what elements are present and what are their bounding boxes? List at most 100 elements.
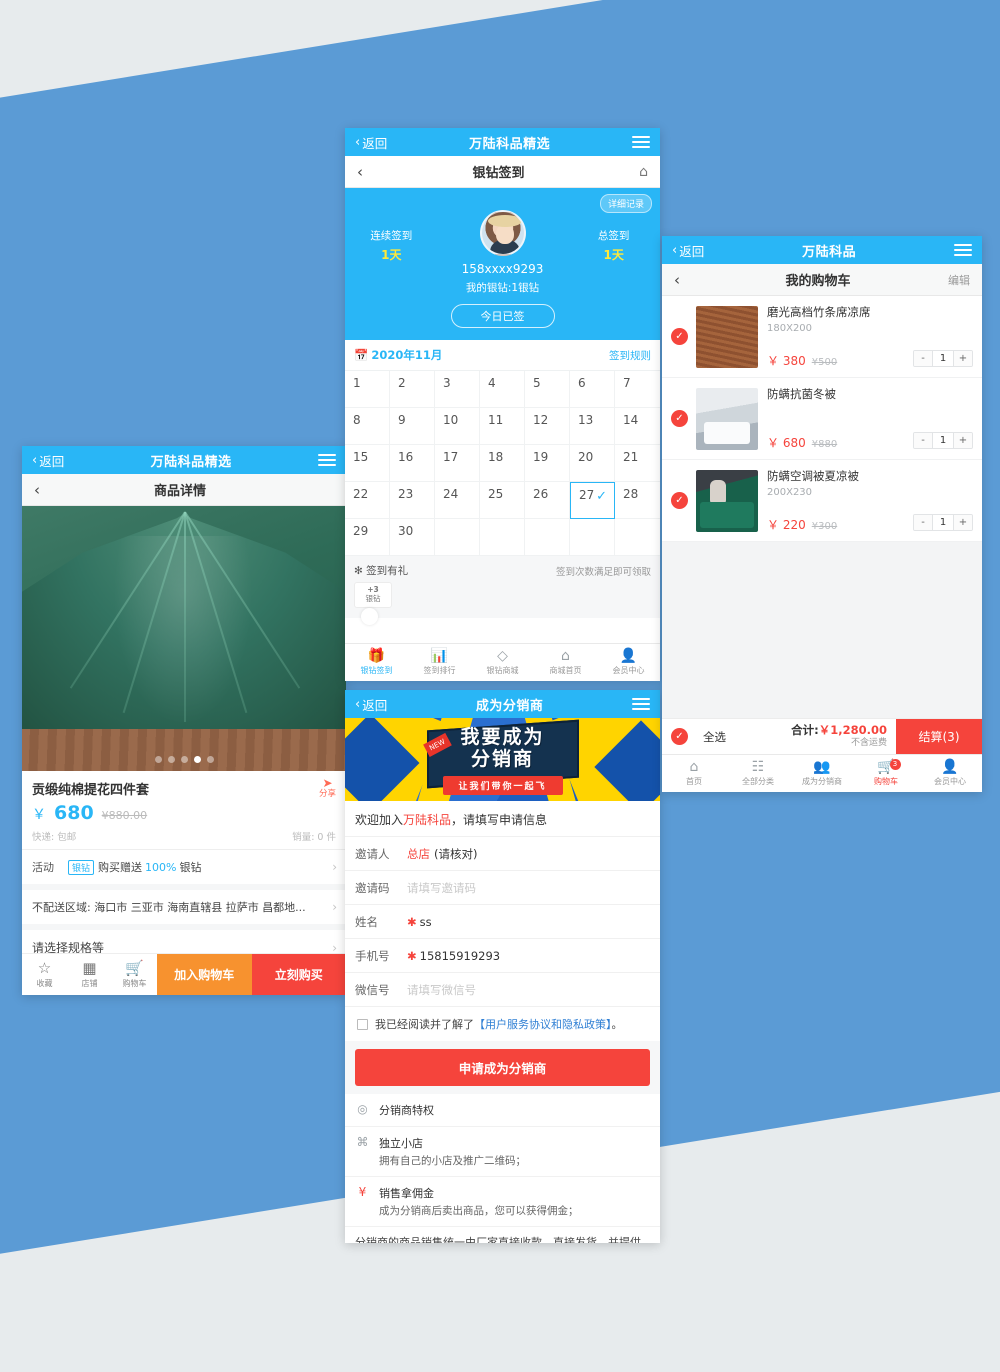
tab-购物车[interactable]: 🛒 3 购物车 — [854, 755, 918, 792]
no-delivery-row[interactable]: 不配送区域: 海口市 三亚市 海南直辖县 拉萨市 昌都地... › — [22, 884, 346, 924]
back-button[interactable]: ‹ 返回 — [32, 451, 64, 470]
item-checkbox[interactable]: ✓ — [671, 492, 688, 509]
back-button[interactable]: ‹ 返回 — [355, 695, 387, 714]
detail-record-button[interactable]: 详细记录 — [599, 194, 652, 213]
item-checkbox[interactable]: ✓ — [671, 410, 688, 427]
quantity-decrease-button[interactable]: - — [914, 433, 932, 448]
home-icon[interactable]: ⌂ — [620, 164, 648, 180]
menu-icon[interactable] — [632, 698, 650, 710]
tab-会员中心[interactable]: 👤 会员中心 — [597, 644, 660, 681]
gallery-pagination-dots[interactable] — [22, 756, 346, 763]
tab-银钻签到[interactable]: 🎁 银钻签到 — [345, 644, 408, 681]
agreement-checkbox[interactable] — [357, 1018, 368, 1030]
field-邀请人[interactable]: 邀请人 总店 (请核对) — [345, 837, 660, 871]
item-thumbnail[interactable] — [696, 305, 758, 368]
back-button[interactable]: ‹ 返回 — [355, 133, 387, 152]
tab-全部分类[interactable]: ☷ 全部分类 — [726, 755, 790, 792]
agreement-row[interactable]: 我已经阅读并了解了【用户服务协议和隐私政策】。 — [345, 1007, 660, 1041]
item-thumbnail[interactable] — [696, 469, 758, 532]
tab-商城首页[interactable]: ⌂ 商城首页 — [534, 644, 597, 681]
quantity-stepper[interactable]: -1 + — [913, 514, 973, 531]
menu-icon[interactable] — [632, 136, 650, 148]
calendar-day[interactable]: 25 — [480, 482, 525, 519]
buy-now-button[interactable]: 立刻购买 — [251, 954, 346, 995]
calendar-day[interactable]: 14 — [615, 408, 660, 445]
calendar-day[interactable]: 15 — [345, 445, 390, 482]
calendar-day[interactable]: 18 — [480, 445, 525, 482]
gallery-dot[interactable] — [206, 756, 214, 763]
menu-icon[interactable] — [954, 244, 972, 256]
calendar-day[interactable]: 24 — [435, 482, 480, 519]
calendar-day[interactable]: 3 — [435, 371, 480, 408]
calendar-day[interactable]: 23 — [390, 482, 435, 519]
field-邀请码[interactable]: 邀请码 请填写邀请码 — [345, 871, 660, 905]
quantity-value[interactable]: 1 — [932, 433, 954, 448]
calendar-day[interactable]: 22 — [345, 482, 390, 519]
activity-row[interactable]: 活动 银钻 购买赠送 100% 银钻 › — [22, 849, 346, 884]
calendar-day[interactable]: 28 — [615, 482, 660, 519]
quantity-decrease-button[interactable]: - — [914, 351, 932, 366]
quantity-increase-button[interactable]: + — [954, 351, 972, 366]
gallery-dot[interactable] — [180, 756, 188, 763]
calendar-day[interactable]: 21 — [615, 445, 660, 482]
quantity-increase-button[interactable]: + — [954, 515, 972, 530]
signin-rules-link[interactable]: 签到规则 — [609, 348, 651, 363]
quantity-increase-button[interactable]: + — [954, 433, 972, 448]
page-back-button[interactable]: ‹ — [357, 163, 377, 181]
page-back-button[interactable]: ‹ — [34, 481, 54, 499]
menu-icon[interactable] — [318, 454, 336, 466]
gallery-dot[interactable] — [167, 756, 175, 763]
calendar-day[interactable]: 5 — [525, 371, 570, 408]
gallery-dot[interactable] — [154, 756, 162, 763]
item-thumbnail[interactable] — [696, 387, 758, 450]
avatar[interactable] — [479, 210, 526, 256]
calendar-day[interactable]: 27 ✓ — [570, 482, 615, 519]
tab-会员中心[interactable]: 👤 会员中心 — [918, 755, 982, 792]
calendar-day[interactable]: 10 — [435, 408, 480, 445]
calendar-day[interactable]: 30 — [390, 519, 435, 556]
item-checkbox[interactable]: ✓ — [671, 328, 688, 345]
signed-today-button[interactable]: 今日已签 — [450, 304, 555, 328]
calendar-day[interactable]: 19 — [525, 445, 570, 482]
calendar-day[interactable]: 1 — [345, 371, 390, 408]
calendar-day[interactable]: 29 — [345, 519, 390, 556]
share-button[interactable]: ➤ 分享 — [319, 776, 336, 800]
quantity-stepper[interactable]: -1 + — [913, 432, 973, 449]
tab-首页[interactable]: ⌂ 首页 — [662, 755, 726, 792]
add-to-cart-button[interactable]: 加入购物车 — [157, 954, 252, 995]
calendar-day[interactable]: 8 — [345, 408, 390, 445]
calendar-day[interactable]: 6 — [570, 371, 615, 408]
back-button[interactable]: ‹ 返回 — [672, 241, 704, 260]
page-back-button[interactable]: ‹ — [674, 271, 694, 289]
gift-reward-chip[interactable]: +3 银钻 — [354, 582, 392, 608]
select-all-checkbox[interactable]: ✓ — [671, 728, 688, 745]
calendar-day[interactable]: 26 — [525, 482, 570, 519]
product-image-gallery[interactable] — [22, 506, 346, 771]
edit-button[interactable]: 编辑 — [942, 272, 970, 288]
calendar-day[interactable]: 7 — [615, 371, 660, 408]
calendar-day[interactable]: 11 — [480, 408, 525, 445]
calendar-grid[interactable]: 1 2 3 4 5 6 7 8 9 10 11 12 13 14 15 16 17 18 19 20 21 22 23 24 2… — [345, 371, 660, 556]
calendar-day[interactable]: 2 — [390, 371, 435, 408]
quantity-decrease-button[interactable]: - — [914, 515, 932, 530]
tab-银钻商城[interactable]: ◇ 银钻商城 — [471, 644, 534, 681]
tab-签到排行[interactable]: 📊 签到排行 — [408, 644, 471, 681]
field-姓名[interactable]: 姓名 ✱ ss — [345, 905, 660, 939]
quantity-value[interactable]: 1 — [932, 515, 954, 530]
calendar-day[interactable]: 17 — [435, 445, 480, 482]
shop-button[interactable]: ▦ 店铺 — [67, 954, 112, 995]
field-手机号[interactable]: 手机号 ✱ 15815919293 — [345, 939, 660, 973]
quantity-value[interactable]: 1 — [932, 351, 954, 366]
select-all-control[interactable]: ✓ 全选 — [662, 728, 726, 745]
calendar-day[interactable]: 20 — [570, 445, 615, 482]
calendar-day[interactable]: 16 — [390, 445, 435, 482]
favorite-button[interactable]: ☆ 收藏 — [22, 954, 67, 995]
calendar-day[interactable]: 9 — [390, 408, 435, 445]
calendar-day[interactable]: 4 — [480, 371, 525, 408]
calendar-day[interactable]: 13 — [570, 408, 615, 445]
checkout-button[interactable]: 结算(3) — [896, 719, 982, 754]
agreement-link[interactable]: 【用户服务协议和隐私政策】 — [474, 1018, 612, 1031]
gallery-dot[interactable] — [193, 756, 201, 763]
tab-成为分销商[interactable]: 👥 成为分销商 — [790, 755, 854, 792]
cart-button[interactable]: 🛒 购物车 — [112, 954, 157, 995]
